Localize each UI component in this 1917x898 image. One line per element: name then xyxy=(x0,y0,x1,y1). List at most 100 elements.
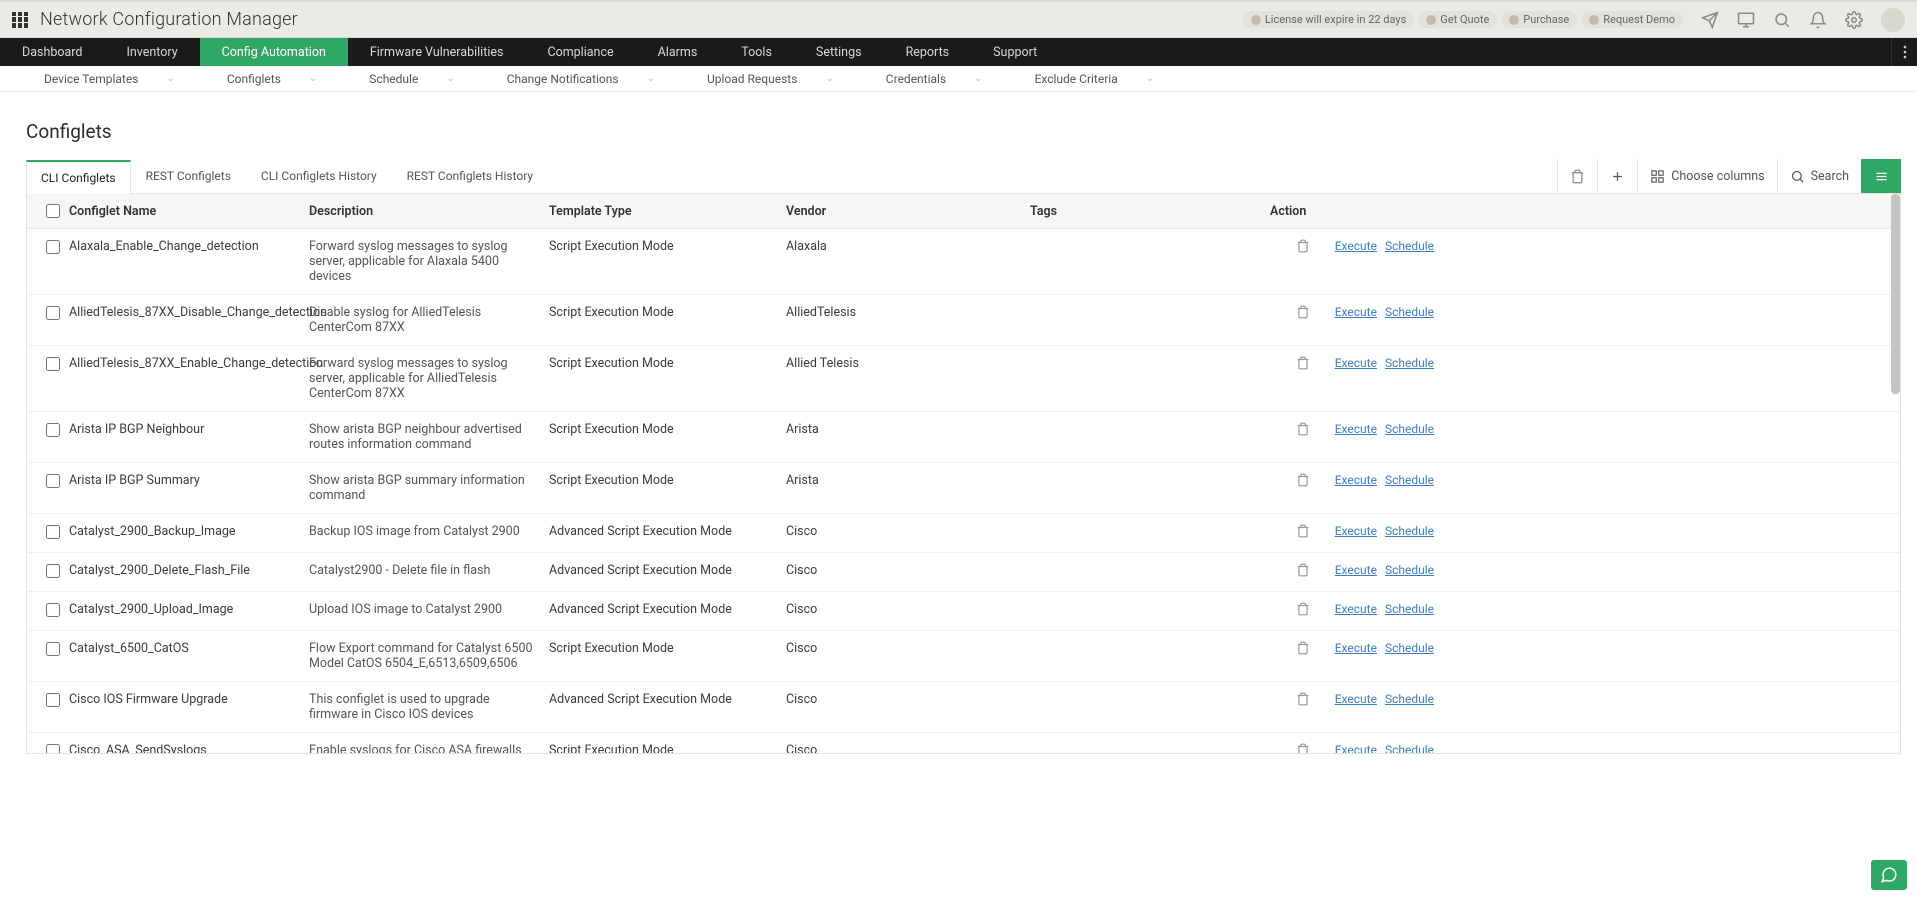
table-row: Catalyst_2900_Upload_ImageUpload IOS ima… xyxy=(27,592,1900,631)
trash-icon[interactable] xyxy=(1296,473,1310,491)
schedule-link[interactable]: Schedule xyxy=(1385,524,1434,538)
row-checkbox[interactable] xyxy=(46,525,60,539)
main-nav-item-reports[interactable]: Reports xyxy=(884,38,972,66)
trash-icon[interactable] xyxy=(1296,743,1310,754)
main-nav-item-tools[interactable]: Tools xyxy=(719,38,794,66)
trash-icon[interactable] xyxy=(1296,563,1310,581)
template-type: Advanced Script Execution Mode xyxy=(549,524,776,539)
configlet-desc: Backup IOS image from Catalyst 2900 xyxy=(309,524,539,539)
main-nav-item-compliance[interactable]: Compliance xyxy=(525,38,635,66)
trash-icon[interactable] xyxy=(1296,305,1310,323)
chevron-down-icon: ⌄ xyxy=(647,73,655,84)
column-header-name[interactable]: Configlet Name xyxy=(69,204,309,219)
sub-nav-item-upload-requests[interactable]: Upload Requests⌄ xyxy=(681,72,860,86)
main-nav-item-config-automation[interactable]: Config Automation xyxy=(200,38,348,66)
schedule-link[interactable]: Schedule xyxy=(1385,692,1434,706)
hamburger-menu-button[interactable] xyxy=(1861,159,1901,193)
row-checkbox[interactable] xyxy=(46,357,60,371)
row-checkbox[interactable] xyxy=(46,564,60,578)
search-icon[interactable] xyxy=(1773,11,1791,29)
tab-rest-configlets[interactable]: REST Configlets xyxy=(131,159,246,193)
trash-icon[interactable] xyxy=(1296,692,1310,710)
main-nav-item-dashboard[interactable]: Dashboard xyxy=(0,38,104,66)
schedule-link[interactable]: Schedule xyxy=(1385,473,1434,487)
execute-link[interactable]: Execute xyxy=(1335,356,1377,370)
schedule-link[interactable]: Schedule xyxy=(1385,563,1434,577)
column-header-type[interactable]: Template Type xyxy=(549,204,786,219)
execute-link[interactable]: Execute xyxy=(1335,743,1377,754)
sub-nav-item-change-notifications[interactable]: Change Notifications ⌄ xyxy=(481,72,681,86)
schedule-link[interactable]: Schedule xyxy=(1385,305,1434,319)
select-all-checkbox[interactable] xyxy=(46,204,60,218)
trash-icon[interactable] xyxy=(1296,239,1310,257)
trash-icon[interactable] xyxy=(1296,524,1310,542)
sub-nav-item-device-templates[interactable]: Device Templates⌄ xyxy=(18,72,201,86)
help-fab[interactable] xyxy=(1871,860,1907,890)
row-checkbox[interactable] xyxy=(46,474,60,488)
sub-nav-item-credentials[interactable]: Credentials⌄ xyxy=(860,72,1009,86)
execute-link[interactable]: Execute xyxy=(1335,641,1377,655)
schedule-link[interactable]: Schedule xyxy=(1385,239,1434,253)
delete-button[interactable] xyxy=(1557,159,1597,193)
column-header-desc[interactable]: Description xyxy=(309,204,549,219)
schedule-link[interactable]: Schedule xyxy=(1385,422,1434,436)
trash-icon[interactable] xyxy=(1296,356,1310,374)
template-type: Script Execution Mode xyxy=(549,356,776,371)
bell-icon[interactable] xyxy=(1809,11,1827,29)
row-checkbox[interactable] xyxy=(46,642,60,656)
top-pill-1[interactable]: Get Quote xyxy=(1418,11,1497,28)
template-type: Script Execution Mode xyxy=(549,239,776,254)
profile-avatar[interactable] xyxy=(1881,8,1905,32)
row-checkbox[interactable] xyxy=(46,423,60,437)
sub-nav-item-exclude-criteria[interactable]: Exclude Criteria⌄ xyxy=(1009,72,1181,86)
trash-icon[interactable] xyxy=(1296,602,1310,620)
main-nav-item-settings[interactable]: Settings xyxy=(794,38,884,66)
top-pill-3[interactable]: Request Demo xyxy=(1581,11,1683,28)
row-checkbox[interactable] xyxy=(46,306,60,320)
column-header-tags[interactable]: Tags xyxy=(1030,204,1270,219)
execute-link[interactable]: Execute xyxy=(1335,563,1377,577)
main-nav-item-alarms[interactable]: Alarms xyxy=(636,38,720,66)
execute-link[interactable]: Execute xyxy=(1335,692,1377,706)
row-checkbox[interactable] xyxy=(46,603,60,617)
execute-link[interactable]: Execute xyxy=(1335,305,1377,319)
execute-link[interactable]: Execute xyxy=(1335,422,1377,436)
main-nav-item-support[interactable]: Support xyxy=(971,38,1059,66)
row-checkbox[interactable] xyxy=(46,240,60,254)
top-pill-2[interactable]: Purchase xyxy=(1501,11,1577,28)
execute-link[interactable]: Execute xyxy=(1335,473,1377,487)
trash-icon[interactable] xyxy=(1296,422,1310,440)
schedule-link[interactable]: Schedule xyxy=(1385,602,1434,616)
template-type: Script Execution Mode xyxy=(549,743,776,754)
configlet-desc: Flow Export command for Catalyst 6500 Mo… xyxy=(309,641,539,671)
row-checkbox[interactable] xyxy=(46,693,60,707)
tab-cli-configlets[interactable]: CLI Configlets xyxy=(26,160,131,194)
schedule-link[interactable]: Schedule xyxy=(1385,356,1434,370)
column-header-vendor[interactable]: Vendor xyxy=(786,204,1030,219)
add-button[interactable] xyxy=(1597,159,1637,193)
schedule-link[interactable]: Schedule xyxy=(1385,743,1434,754)
search-button[interactable]: Search xyxy=(1777,159,1861,193)
row-checkbox[interactable] xyxy=(46,744,60,754)
execute-link[interactable]: Execute xyxy=(1335,239,1377,253)
schedule-link[interactable]: Schedule xyxy=(1385,641,1434,655)
sub-nav-item-schedule[interactable]: Schedule⌄ xyxy=(343,72,480,86)
paper-plane-icon[interactable] xyxy=(1701,11,1719,29)
tab-rest-configlets-history[interactable]: REST Configlets History xyxy=(392,159,548,193)
main-nav-more-icon[interactable] xyxy=(1891,38,1917,66)
monitor-icon[interactable] xyxy=(1737,11,1755,29)
sub-nav-item-configlets[interactable]: Configlets⌄ xyxy=(201,72,343,86)
main-nav-item-inventory[interactable]: Inventory xyxy=(104,38,199,66)
scrollbar-thumb[interactable] xyxy=(1891,194,1900,394)
apps-grid-icon[interactable] xyxy=(12,12,28,28)
tab-cli-configlets-history[interactable]: CLI Configlets History xyxy=(246,159,392,193)
column-header-action[interactable]: Action xyxy=(1270,204,1350,219)
top-pill-0[interactable]: License will expire in 22 days xyxy=(1243,11,1414,28)
execute-link[interactable]: Execute xyxy=(1335,524,1377,538)
main-nav-item-firmware-vulnerabilities[interactable]: Firmware Vulnerabilities xyxy=(348,38,526,66)
gear-icon[interactable] xyxy=(1845,11,1863,29)
trash-icon[interactable] xyxy=(1296,641,1310,659)
execute-link[interactable]: Execute xyxy=(1335,602,1377,616)
sub-nav-label: Change Notifications xyxy=(507,72,619,86)
choose-columns-button[interactable]: Choose columns xyxy=(1637,159,1776,193)
